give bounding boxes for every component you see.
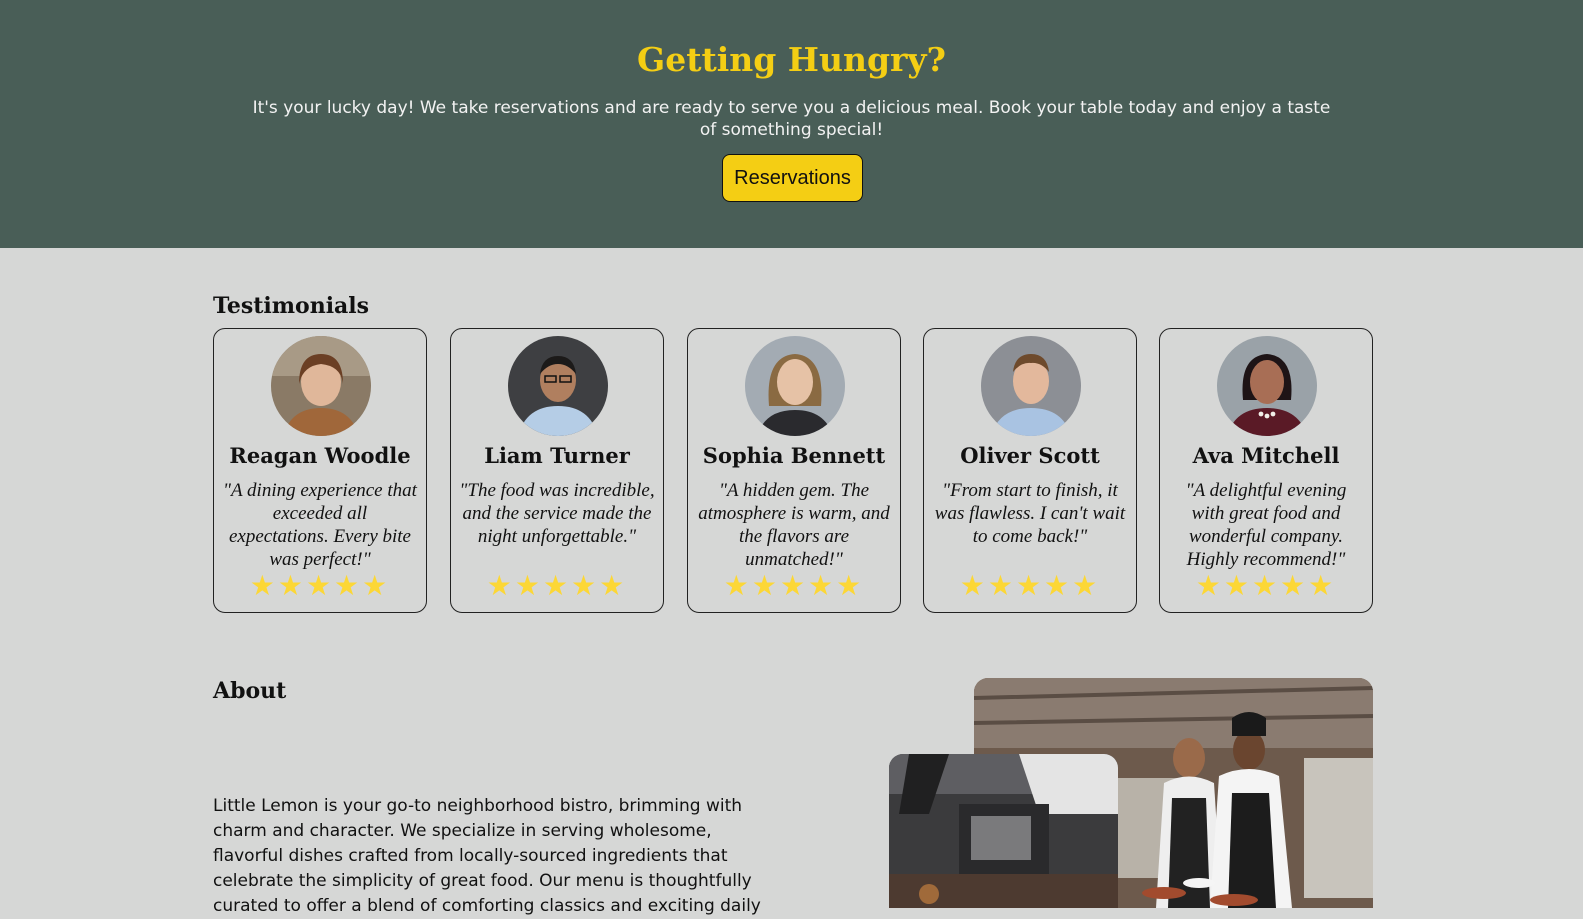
avatar: [271, 336, 371, 436]
testimonial-card: Sophia Bennett "A hidden gem. The atmosp…: [687, 328, 901, 613]
reservations-button[interactable]: Reservations: [722, 154, 863, 202]
testimonial-quote: "From start to finish, it was flawless. …: [934, 480, 1126, 547]
hero-text: It's your lucky day! We take reservation…: [252, 98, 1331, 140]
testimonial-card: Ava Mitchell "A delightful evening with …: [1159, 328, 1373, 613]
testimonial-name: Sophia Bennett: [702, 443, 886, 468]
apron-image: [889, 754, 1118, 908]
testimonial-card: Liam Turner "The food was incredible, an…: [450, 328, 664, 613]
testimonial-quote: "A dining experience that exceeded all e…: [223, 480, 417, 570]
avatar: [508, 336, 608, 436]
hero-title: Getting Hungry?: [637, 40, 946, 79]
star-rating: ★★★★★: [486, 569, 628, 602]
testimonial-card: Oliver Scott "From start to finish, it w…: [923, 328, 1137, 613]
about-text: Little Lemon is your go-to neighborhood …: [213, 796, 761, 916]
avatar: [1217, 336, 1317, 436]
star-rating: ★★★★★: [1195, 569, 1337, 602]
testimonial-name: Liam Turner: [484, 443, 630, 468]
testimonial-name: Reagan Woodle: [229, 443, 411, 468]
testimonial-quote: "A delightful evening with great food an…: [1185, 480, 1347, 570]
avatar: [745, 336, 845, 436]
star-rating: ★★★★★: [959, 569, 1101, 602]
about-title: About: [213, 678, 287, 704]
star-rating: ★★★★★: [723, 569, 865, 602]
star-rating: ★★★★★: [249, 569, 391, 602]
testimonial-card: Reagan Woodle "A dining experience that …: [213, 328, 427, 613]
testimonial-quote: "The food was incredible, and the servic…: [459, 480, 655, 547]
testimonial-name: Oliver Scott: [960, 443, 1100, 468]
testimonials-title: Testimonials: [213, 293, 370, 319]
testimonial-name: Ava Mitchell: [1192, 443, 1340, 468]
testimonial-quote: "A hidden gem. The atmosphere is warm, a…: [698, 480, 890, 570]
avatar: [981, 336, 1081, 436]
hero-section: Getting Hungry? It's your lucky day! We …: [0, 0, 1583, 248]
